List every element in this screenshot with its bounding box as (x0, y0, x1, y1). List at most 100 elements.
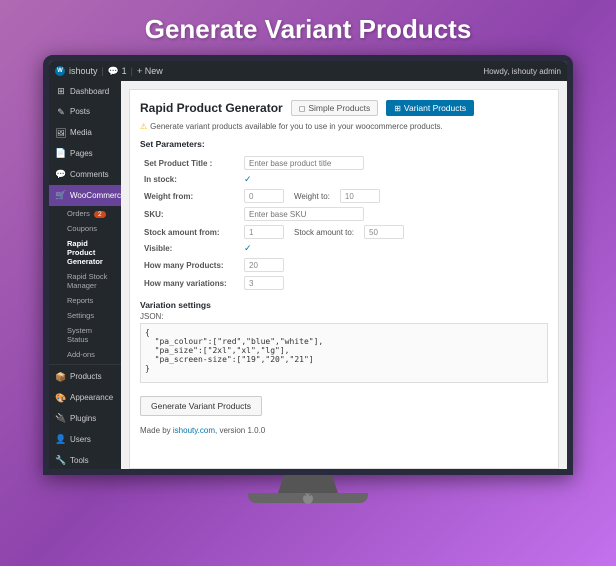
sidebar-label-posts: Posts (70, 107, 90, 117)
topbar-left: W ishouty | 💬 1 | + New (55, 66, 477, 77)
weight-row: Weight to: (244, 189, 544, 203)
tools-icon: 🔧 (55, 455, 67, 466)
sidebar-item-tools[interactable]: 🔧 Tools (49, 450, 121, 469)
comments-icon: 💬 (55, 169, 67, 180)
sidebar-label-plugins: Plugins (70, 414, 96, 424)
input-sku[interactable] (244, 207, 364, 221)
sidebar-label-products: Products (70, 372, 102, 382)
input-weight-to[interactable] (340, 189, 380, 203)
sidebar-sub-add-ons[interactable]: Add-ons (49, 347, 121, 362)
simple-products-icon: ◻ (299, 104, 306, 113)
sidebar-sub-settings[interactable]: Settings (49, 308, 121, 323)
topbar-right: Howdy, ishouty admin (483, 67, 561, 76)
input-weight-from[interactable] (244, 189, 284, 203)
input-stock-to[interactable] (364, 225, 404, 239)
sidebar-label-dashboard: Dashboard (70, 87, 109, 97)
label-weight-from: Weight from: (140, 187, 240, 205)
stock-to-label: Stock amount to: (294, 228, 354, 237)
made-by-prefix: Made by (140, 426, 173, 435)
posts-icon: ✎ (55, 107, 67, 118)
label-visible: Visible: (140, 241, 240, 256)
sidebar-sub-rapid-product[interactable]: Rapid ProductGenerator (49, 236, 121, 269)
label-sku: SKU: (140, 205, 240, 223)
sidebar-sub-system-status[interactable]: System Status (49, 323, 121, 347)
json-textarea[interactable]: { "pa_colour":["red","blue","white"], "p… (140, 323, 548, 383)
sidebar-item-woocommerce[interactable]: 🛒 WooCommerce (49, 185, 121, 206)
sidebar-rapid-product-label: Rapid ProductGenerator (67, 239, 103, 266)
media-icon: 🖼 (55, 128, 67, 139)
json-label: JSON: (140, 312, 548, 321)
sidebar-orders-label: Orders (67, 209, 90, 218)
sidebar-item-products[interactable]: 📦 Products (49, 367, 121, 388)
topbar-comment-icon: 💬 1 (108, 66, 127, 77)
variation-title: Variation settings (140, 300, 548, 310)
label-how-many-products: How many Products: (140, 256, 240, 274)
wp-screen: W ishouty | 💬 1 | + New Howdy, ishouty a… (49, 61, 567, 469)
topbar-sep2: | (131, 66, 133, 76)
in-stock-check: ✓ (244, 174, 252, 184)
description-text: ⚠ Generate variant products available fo… (140, 122, 548, 131)
monitor-base (248, 493, 368, 503)
sidebar-label-users: Users (70, 435, 91, 445)
sidebar-system-status-label: System Status (67, 326, 92, 344)
tab-simple-products[interactable]: ◻ Simple Products (291, 100, 379, 116)
sidebar-sub-reports[interactable]: Reports (49, 293, 121, 308)
sidebar-sub-rapid-stock[interactable]: Rapid StockManager (49, 269, 121, 293)
sidebar-label-tools: Tools (70, 456, 89, 466)
description-content: Generate variant products available for … (150, 122, 443, 131)
plugin-header: Rapid Product Generator ◻ Simple Product… (140, 100, 548, 116)
plugins-icon: 🔌 (55, 413, 67, 424)
plugin-title: Rapid Product Generator (140, 101, 283, 115)
wp-content: Rapid Product Generator ◻ Simple Product… (129, 89, 559, 469)
sidebar-settings-woo-label: Settings (67, 311, 94, 320)
sidebar-item-pages[interactable]: 📄 Pages (49, 143, 121, 164)
made-by: Made by ishouty.com, version 1.0.0 (140, 426, 548, 435)
input-product-title[interactable] (244, 156, 364, 170)
input-how-many-variations[interactable] (244, 276, 284, 290)
sidebar-rapid-stock-label: Rapid StockManager (67, 272, 107, 290)
sidebar-item-media[interactable]: 🖼 Media (49, 123, 121, 144)
topbar-site-name[interactable]: ishouty (69, 66, 98, 76)
made-by-link[interactable]: ishouty.com (173, 426, 215, 435)
appearance-icon: 🎨 (55, 393, 67, 404)
label-stock-from: Stock amount from: (140, 223, 240, 241)
tab-variant-products[interactable]: ⊞ Variant Products (386, 100, 474, 116)
tab-simple-label: Simple Products (308, 103, 370, 113)
page-title-heading: Generate Variant Products (145, 0, 472, 55)
sidebar-item-comments[interactable]: 💬 Comments (49, 164, 121, 185)
sidebar-label-media: Media (70, 128, 92, 138)
sidebar-label-woocommerce: WooCommerce (70, 191, 121, 201)
users-icon: 👤 (55, 434, 67, 445)
apple-logo-icon (301, 492, 315, 506)
sidebar-sub-coupons[interactable]: Coupons (49, 221, 121, 236)
woocommerce-icon: 🛒 (55, 190, 67, 201)
sidebar-label-appearance: Appearance (70, 393, 113, 403)
form-row-in-stock: In stock: ✓ (140, 172, 548, 187)
variation-section: Variation settings JSON: { "pa_colour":[… (140, 300, 548, 388)
sidebar-coupons-label: Coupons (67, 224, 97, 233)
visible-check: ✓ (244, 243, 252, 253)
sidebar-label-pages: Pages (70, 149, 93, 159)
stock-amount-row: Stock amount to: (244, 225, 544, 239)
generate-button[interactable]: Generate Variant Products (140, 396, 262, 416)
products-icon: 📦 (55, 372, 67, 383)
variant-products-icon: ⊞ (394, 104, 401, 113)
sidebar-item-dashboard[interactable]: ⊞ Dashboard (49, 81, 121, 102)
form-table: Set Product Title : In stock: ✓ (140, 154, 548, 292)
wp-topbar: W ishouty | 💬 1 | + New Howdy, ishouty a… (49, 61, 567, 81)
sidebar-item-posts[interactable]: ✎ Posts (49, 102, 121, 123)
sidebar-section-products (49, 364, 121, 365)
topbar-new-label[interactable]: + New (137, 66, 163, 76)
sidebar-item-users[interactable]: 👤 Users (49, 429, 121, 450)
form-row-how-many-variations: How many variations: (140, 274, 548, 292)
sidebar-sub-orders[interactable]: Orders 2 (49, 206, 121, 221)
monitor-screen: W ishouty | 💬 1 | + New Howdy, ishouty a… (43, 55, 573, 475)
input-stock-from[interactable] (244, 225, 284, 239)
form-row-sku: SKU: (140, 205, 548, 223)
monitor: W ishouty | 💬 1 | + New Howdy, ishouty a… (43, 55, 573, 503)
tab-variant-label: Variant Products (404, 103, 466, 113)
input-how-many-products[interactable] (244, 258, 284, 272)
sidebar-item-appearance[interactable]: 🎨 Appearance (49, 388, 121, 409)
sidebar-item-plugins[interactable]: 🔌 Plugins (49, 408, 121, 429)
form-row-title: Set Product Title : (140, 154, 548, 172)
